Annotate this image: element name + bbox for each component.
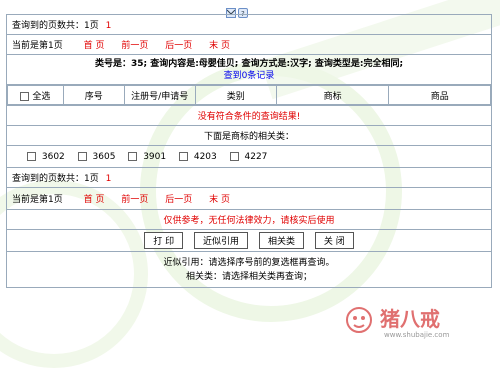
related-class-checkbox[interactable] xyxy=(27,151,36,161)
pagination-nav: 当前是第1页 首 页 前一页 后一页 末 页 xyxy=(6,34,492,55)
last-page-link[interactable]: 末 页 xyxy=(209,41,230,51)
no-result-message: 没有符合条件的查询结果! xyxy=(6,105,492,126)
related-class-item[interactable]: 4203 xyxy=(178,151,217,162)
header-serial: 序号 xyxy=(62,85,125,105)
prev-page-link[interactable]: 前一页 xyxy=(121,41,148,51)
brand-url: www.shubajie.com xyxy=(384,331,450,339)
bottom-page-link-1[interactable]: 1 xyxy=(106,174,112,184)
brand-watermark: 猪八戒 www.shubajie.com xyxy=(344,301,494,343)
results-frame: 查询到的页数共：1页 1 当前是第1页 首 页 前一页 后一页 末 页 类号是：… xyxy=(6,14,492,288)
bottom-page-count-label: 查询到的页数共：1页 xyxy=(12,174,99,184)
related-class-item[interactable]: 3901 xyxy=(128,151,167,162)
page-link-1[interactable]: 1 xyxy=(106,21,112,31)
first-page-link[interactable]: 首 页 xyxy=(84,41,105,51)
disclaimer-text: 仅供参考，无任何法律效力，请核实后使用 xyxy=(6,209,492,230)
related-class-checkbox[interactable] xyxy=(178,151,188,161)
related-class-code: 3901 xyxy=(143,151,167,162)
print-button[interactable]: 打 印 xyxy=(144,232,184,249)
similar-cite-button[interactable]: 近似引用 xyxy=(194,232,249,249)
header-reg-no: 注册号/申请号 xyxy=(123,85,196,105)
bottom-next-page-link[interactable]: 后一页 xyxy=(165,195,192,205)
related-class-checkbox[interactable] xyxy=(128,151,138,161)
select-all-label: 全选 xyxy=(32,91,51,102)
header-trademark: 商标 xyxy=(275,85,390,105)
action-buttons-row: 打 印 近似引用 相关类 关 闭 xyxy=(6,229,492,252)
related-class-button[interactable]: 相关类 xyxy=(258,232,304,249)
brand-logo-icon xyxy=(346,307,372,333)
usage-notes: 近似引用：请选择序号前的复选框再查询。 相关类：请选择相关类再查询； xyxy=(6,251,492,288)
related-class-checkbox[interactable] xyxy=(229,151,239,161)
next-page-link[interactable]: 后一页 xyxy=(165,41,192,51)
related-classes-title: 下面是商标的相关类： xyxy=(6,125,492,146)
select-all-checkbox[interactable] xyxy=(20,91,30,101)
results-table-cell: 全选 序号 注册号/申请号 类别 商标 商品 xyxy=(6,84,492,106)
related-class-code: 4227 xyxy=(244,151,268,162)
brand-name: 猪八戒 xyxy=(380,307,440,331)
record-count-link[interactable]: 查到0条记录 xyxy=(12,70,486,82)
page-count-label: 查询到的页数共：1页 xyxy=(12,21,99,31)
bottom-last-page-link[interactable]: 末 页 xyxy=(209,195,230,205)
close-button[interactable]: 关 闭 xyxy=(314,232,354,249)
related-class-code: 4203 xyxy=(193,151,217,162)
query-criteria: 类号是：35; 查询内容是:母婴佳贝; 查询方式是:汉字; 查询类型是:完全相同… xyxy=(94,58,404,69)
bottom-pagination-nav: 当前是第1页 首 页 前一页 后一页 末 页 xyxy=(6,187,492,210)
bottom-first-page-link[interactable]: 首 页 xyxy=(84,195,105,205)
query-summary: 类号是：35; 查询内容是:母婴佳贝; 查询方式是:汉字; 查询类型是:完全相同… xyxy=(6,54,492,85)
header-class: 类别 xyxy=(194,85,277,105)
bottom-current-page-label: 当前是第1页 xyxy=(12,195,63,205)
similar-cite-note: 近似引用：请选择序号前的复选框再查询。 xyxy=(163,257,335,268)
results-table: 全选 序号 注册号/申请号 类别 商标 商品 xyxy=(7,85,491,105)
related-classes-row: 3602 3605 3901 4203 4227 xyxy=(6,145,492,168)
related-class-code: 3602 xyxy=(41,151,65,162)
related-class-checkbox[interactable] xyxy=(77,151,87,161)
select-all-cell[interactable]: 全选 xyxy=(7,85,64,105)
related-class-item[interactable]: 4227 xyxy=(229,151,268,162)
bottom-page-count-row: 查询到的页数共：1页 1 xyxy=(6,167,492,188)
current-page-label: 当前是第1页 xyxy=(12,41,63,51)
bottom-prev-page-link[interactable]: 前一页 xyxy=(121,195,148,205)
page-count-row: 查询到的页数共：1页 1 xyxy=(6,14,492,35)
related-class-item[interactable]: 3602 xyxy=(27,151,65,162)
related-class-code: 3605 xyxy=(92,151,116,162)
related-class-item[interactable]: 3605 xyxy=(77,151,116,162)
header-goods: 商品 xyxy=(388,85,491,105)
related-class-note: 相关类：请选择相关类再查询； xyxy=(185,271,312,282)
